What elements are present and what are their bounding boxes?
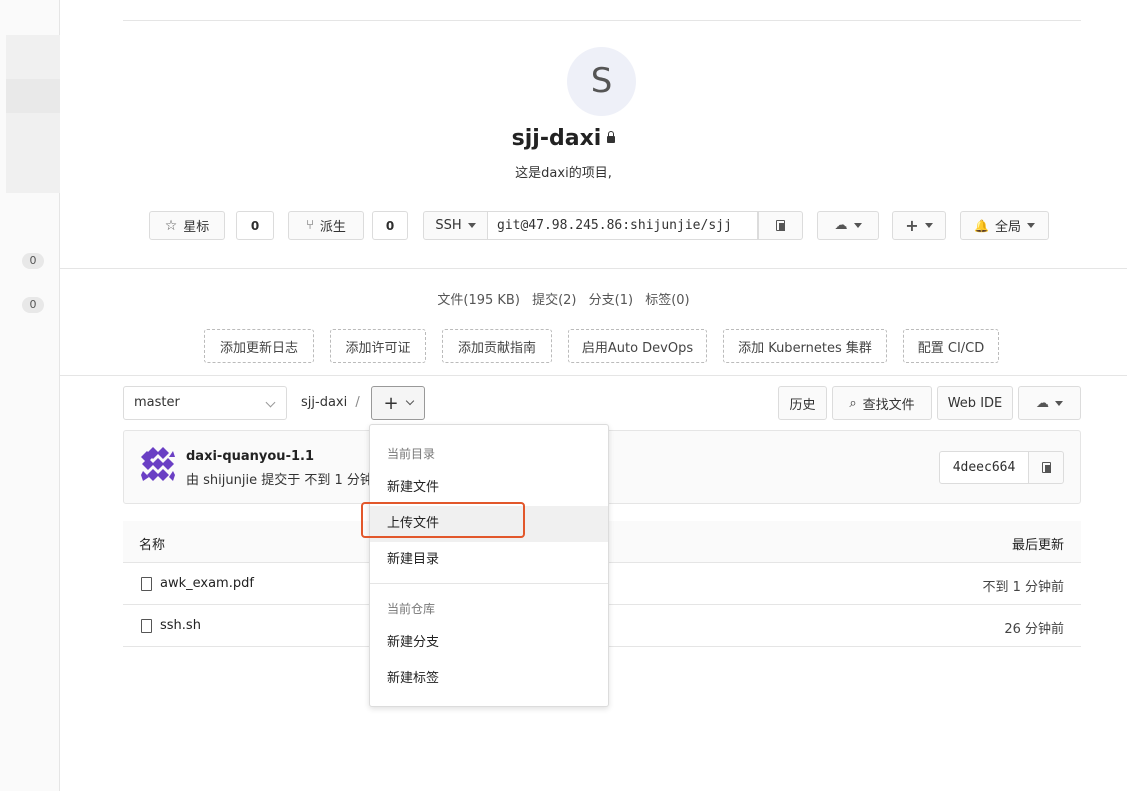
web-ide-button[interactable]: Web IDE	[937, 386, 1013, 420]
dropdown-header-current-repo: 当前仓库	[387, 602, 436, 616]
copy-icon	[776, 220, 785, 231]
chevron-down-icon	[405, 396, 414, 406]
dropdown-divider	[370, 583, 608, 584]
add-contributing-button[interactable]: 添加贡献指南	[442, 329, 552, 363]
fork-icon: ⑂	[306, 218, 314, 233]
plus-icon: +	[383, 392, 399, 414]
stat-branches[interactable]: 分支(1)	[589, 293, 633, 308]
star-label: 星标	[183, 220, 210, 235]
stat-files[interactable]: 文件(195 KB)	[437, 293, 520, 308]
project-stats: 文件(195 KB) 提交(2) 分支(1) 标签(0)	[0, 289, 1127, 308]
text-file-icon	[141, 619, 152, 633]
commit-title[interactable]: daxi-quanyou-1.1	[186, 449, 314, 464]
enable-auto-devops-button[interactable]: 启用Auto DevOps	[568, 329, 707, 363]
fork-label: 派生	[319, 220, 346, 235]
copy-sha-button[interactable]	[1028, 451, 1064, 484]
find-file-button[interactable]: ⌕ 查找文件	[832, 386, 932, 420]
file-updated: 不到 1 分钟前	[982, 580, 1064, 595]
menu-item-new-tag[interactable]: 新建标签	[370, 661, 608, 697]
stat-tags[interactable]: 标签(0)	[645, 293, 689, 308]
new-dropdown-button[interactable]: +	[892, 211, 946, 240]
lock-icon	[607, 131, 616, 143]
project-name[interactable]: sjj-daxi	[512, 126, 602, 151]
sidebar-count-badge: 0	[22, 253, 44, 269]
plus-icon: +	[905, 216, 919, 235]
add-license-button[interactable]: 添加许可证	[330, 329, 426, 363]
column-name: 名称	[139, 538, 166, 553]
add-to-tree-button[interactable]: +	[371, 386, 425, 420]
project-title: sjj-daxi	[0, 126, 1127, 151]
caret-down-icon	[467, 223, 476, 228]
project-avatar: S	[567, 47, 636, 116]
breadcrumb: sjj-daxi /	[301, 395, 360, 410]
download-dropdown[interactable]: ☁	[1018, 386, 1081, 420]
notification-label: 全局	[994, 220, 1021, 235]
search-icon: ⌕	[849, 395, 857, 411]
pdf-file-icon	[141, 577, 152, 591]
star-button[interactable]: ☆ 星标	[149, 211, 225, 240]
sidebar-item[interactable]	[6, 113, 60, 193]
divider	[60, 375, 1127, 376]
caret-down-icon	[1055, 400, 1063, 406]
commit-sha[interactable]: 4deec664	[939, 451, 1029, 484]
file-name[interactable]: awk_exam.pdf	[160, 576, 254, 591]
history-button[interactable]: 历史	[778, 386, 827, 420]
sidebar-item-active[interactable]	[6, 79, 60, 113]
breadcrumb-root[interactable]: sjj-daxi	[301, 395, 347, 410]
commit-author-avatar[interactable]	[141, 447, 175, 481]
menu-item-new-directory[interactable]: 新建目录	[370, 542, 608, 578]
divider	[123, 20, 1081, 21]
cloud-download-icon: ☁	[1036, 395, 1049, 411]
caret-down-icon	[924, 223, 933, 228]
star-count[interactable]: 0	[236, 211, 274, 240]
caret-down-icon	[1026, 223, 1035, 228]
chevron-down-icon	[265, 397, 276, 408]
copy-url-button[interactable]	[758, 211, 803, 240]
branch-select[interactable]: master	[123, 386, 287, 420]
cloud-download-icon: ☁	[834, 218, 848, 233]
branch-label: master	[134, 395, 180, 410]
copy-icon	[1041, 462, 1051, 473]
dropdown-header-current-dir: 当前目录	[387, 447, 436, 461]
add-changelog-button[interactable]: 添加更新日志	[204, 329, 314, 363]
protocol-dropdown[interactable]: SSH	[423, 211, 488, 240]
clone-url-input[interactable]: git@47.98.245.86:shijunjie/sjj	[488, 211, 758, 240]
menu-item-new-file[interactable]: 新建文件	[370, 470, 608, 506]
notification-dropdown[interactable]: 🔔 全局	[960, 211, 1049, 240]
fork-button[interactable]: ⑂ 派生	[288, 211, 364, 240]
sidebar-item[interactable]	[6, 35, 60, 79]
breadcrumb-separator: /	[355, 395, 360, 410]
file-updated: 26 分钟前	[1004, 622, 1064, 637]
menu-item-new-branch[interactable]: 新建分支	[370, 625, 608, 661]
file-name[interactable]: ssh.sh	[160, 618, 201, 633]
project-description: 这是daxi的项目,	[515, 166, 612, 181]
divider	[60, 268, 1127, 269]
star-icon: ☆	[164, 217, 178, 234]
stat-commits[interactable]: 提交(2)	[532, 293, 576, 308]
add-kubernetes-button[interactable]: 添加 Kubernetes 集群	[723, 329, 887, 363]
annotation-highlight-box	[361, 502, 525, 538]
protocol-label: SSH	[435, 218, 462, 233]
column-last-update: 最后更新	[1011, 538, 1064, 553]
commit-meta: 由 shijunjie 提交于 不到 1 分钟前	[186, 473, 370, 488]
bell-icon: 🔔	[974, 218, 989, 233]
find-file-label: 查找文件	[862, 397, 915, 413]
fork-count[interactable]: 0	[372, 211, 408, 240]
download-dropdown[interactable]: ☁	[817, 211, 879, 240]
configure-cicd-button[interactable]: 配置 CI/CD	[903, 329, 999, 363]
caret-down-icon	[853, 223, 862, 228]
